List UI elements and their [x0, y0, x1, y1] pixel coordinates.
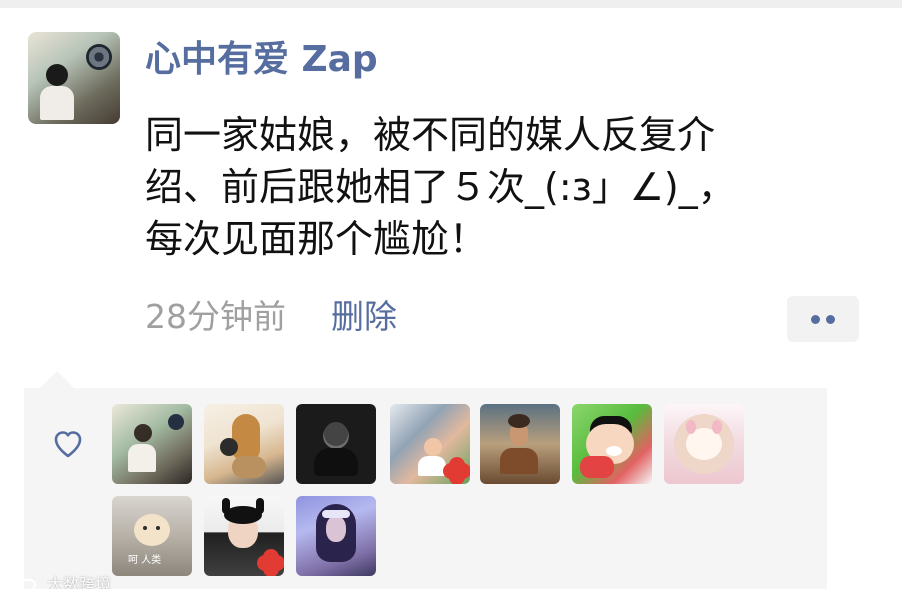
more-dots-icon [826, 315, 835, 324]
post-content-line: 每次见面那个尴尬！ [145, 217, 488, 261]
post-content: 同一家姑娘，被不同的媒人反复介 绍、前后跟她相了５次_(:з」∠)_， 每次见面… [145, 109, 845, 265]
avatar-person-graphic [134, 424, 152, 442]
cat-eye-graphic [156, 526, 160, 530]
watermark-logo [12, 578, 36, 589]
flower-badge-icon [262, 554, 280, 572]
fan-graphic [168, 414, 184, 430]
cat-eye-graphic [143, 526, 147, 530]
fan-graphic [86, 44, 112, 70]
avatar-shirt-graphic [418, 456, 446, 476]
avatar-cat-graphic [220, 438, 238, 456]
like-avatar[interactable] [664, 404, 744, 484]
avatar-body-graphic [128, 444, 156, 472]
avatar-hair-graphic [232, 414, 260, 460]
avatar-antenna-graphic [256, 498, 264, 514]
watermark-text: 大数跨境 [47, 575, 112, 589]
like-avatar[interactable] [204, 404, 284, 484]
avatar-head-graphic [324, 422, 348, 446]
like-avatar[interactable] [572, 404, 652, 484]
avatar-body-graphic [232, 456, 266, 478]
username[interactable]: 心中有爱 Zap [145, 42, 378, 78]
more-dots-icon [811, 315, 820, 324]
like-avatar[interactable] [480, 404, 560, 484]
like-avatar[interactable] [296, 496, 376, 576]
like-avatar[interactable] [390, 404, 470, 484]
post-content-line: 同一家姑娘，被不同的媒人反复介 [145, 113, 716, 157]
avatar-body-graphic [40, 86, 74, 120]
avatar-headband-graphic [322, 510, 350, 518]
avatar-ear-graphic [712, 420, 722, 434]
avatar-antenna-graphic [222, 498, 230, 514]
like-avatar[interactable]: 呵 人类 [112, 496, 192, 576]
avatar-hair-graphic [508, 414, 530, 428]
heart-icon [54, 431, 82, 458]
like-avatar[interactable] [296, 404, 376, 484]
avatar-face-graphic [424, 438, 442, 456]
avatar-head-graphic [46, 64, 68, 86]
cat-face-graphic [134, 514, 170, 546]
more-options-button[interactable] [787, 296, 859, 342]
cartoon-mouth-graphic [606, 446, 622, 456]
avatar-caption: 呵 人类 [128, 555, 162, 566]
delete-button[interactable]: 删除 [331, 300, 397, 333]
user-avatar[interactable] [28, 32, 120, 124]
cartoon-body-graphic [580, 456, 614, 478]
avatar-ear-graphic [686, 420, 696, 434]
watermark: 大数跨境 [12, 571, 111, 589]
post-content-line: 绍、前后跟她相了５次_(:з」∠)_， [145, 165, 736, 209]
like-avatar[interactable] [204, 496, 284, 576]
avatar-face-graphic [326, 516, 346, 542]
like-avatar[interactable] [112, 404, 192, 484]
flower-badge-icon [448, 462, 466, 480]
avatar-body-graphic [314, 448, 358, 476]
moments-post-page: 心中有爱 Zap 同一家姑娘，被不同的媒人反复介 绍、前后跟她相了５次_(:з」… [0, 0, 902, 589]
post-time: 28分钟前 [145, 297, 286, 336]
avatar-shirt-graphic [500, 448, 538, 474]
